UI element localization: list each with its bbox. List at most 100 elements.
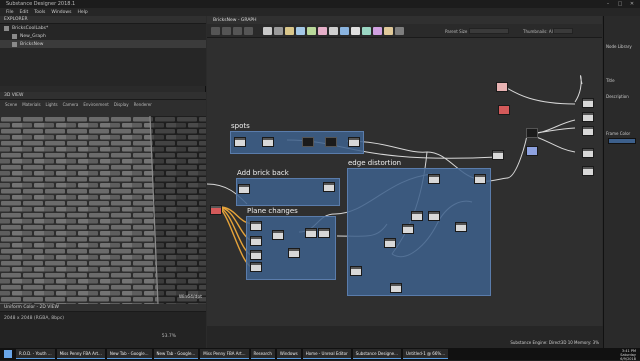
- menu-tools[interactable]: Tools: [34, 10, 45, 15]
- taskbar-item[interactable]: Windows: [276, 349, 301, 359]
- graph-node[interactable]: [250, 262, 262, 272]
- menu-edit[interactable]: Edit: [20, 10, 29, 15]
- menu-file[interactable]: File: [6, 10, 14, 15]
- taskbar-item[interactable]: Miss Penny FBA Art...: [200, 349, 249, 359]
- explorer-title: EXPLORER: [0, 16, 206, 24]
- graph-node[interactable]: [288, 248, 300, 258]
- engine-status: Substance Engine: Direct3D 10 Memory: 3%: [510, 340, 599, 345]
- graph-node[interactable]: [582, 166, 594, 176]
- brick-cube-render: [0, 116, 206, 304]
- graph-node[interactable]: [210, 205, 222, 215]
- view3d-menu-scene[interactable]: Scene: [5, 102, 17, 107]
- frame-title: Add brick back: [237, 169, 289, 177]
- explorer-item-label: New_Graph: [20, 33, 46, 39]
- view2d-title: Uniform Color - 2D VIEW: [0, 304, 206, 312]
- window-controls: – □ ✕: [602, 0, 638, 8]
- view3d-menu-camera[interactable]: Camera: [63, 102, 79, 107]
- view3d-status: Win64/dpt: [178, 295, 202, 300]
- graph-node[interactable]: [234, 137, 246, 147]
- view2d-panel: Uniform Color - 2D VIEW 2048 x 2048 (RGB…: [0, 304, 206, 348]
- view2d-info: 2048 x 2048 (RGBA, 8bpc): [4, 316, 65, 321]
- graph-node[interactable]: [455, 222, 467, 232]
- frame-title: spots: [231, 122, 250, 130]
- graph-node[interactable]: [250, 250, 262, 260]
- taskbar-item[interactable]: Research: [250, 349, 275, 359]
- taskbar: R.O.D. - Youth ... Miss Penny FBA Art...…: [0, 348, 640, 361]
- graph-node[interactable]: [238, 184, 250, 194]
- explorer-panel: EXPLORER BricksCoolLabs* New_Graph Brick…: [0, 16, 206, 86]
- view3d-viewport[interactable]: Win64/dpt: [0, 116, 206, 304]
- view3d-panel: 3D VIEW Scene Materials Lights Camera En…: [0, 92, 206, 304]
- view3d-menu-renderer[interactable]: Renderer: [134, 102, 152, 107]
- graph-node[interactable]: [350, 266, 362, 276]
- graph-node[interactable]: [325, 137, 337, 147]
- taskbar-item[interactable]: Untitled-1 @ 66%...: [402, 349, 449, 359]
- explorer-item-package[interactable]: BricksCoolLabs*: [0, 24, 206, 32]
- taskbar-item[interactable]: Substance Designe...: [352, 349, 401, 359]
- graph-node[interactable]: [250, 236, 262, 246]
- graph-node[interactable]: [582, 98, 594, 108]
- taskbar-item[interactable]: Home - Unreal Editor: [302, 349, 351, 359]
- frame-title: Plane changes: [247, 207, 298, 215]
- left-panel: EXPLORER BricksCoolLabs* New_Graph Brick…: [0, 16, 206, 348]
- clock-date: 6/9/2018: [620, 357, 636, 361]
- view3d-title: 3D VIEW: [0, 92, 206, 100]
- graph-node[interactable]: [492, 150, 504, 160]
- title-bar: Substance Designer 2018.1 – □ ✕: [0, 0, 640, 8]
- graph-node[interactable]: [348, 137, 360, 147]
- graph-node[interactable]: [305, 228, 317, 238]
- graph-node[interactable]: [318, 228, 330, 238]
- graph-node[interactable]: [262, 137, 274, 147]
- view3d-menu-display[interactable]: Display: [114, 102, 129, 107]
- maximize-button[interactable]: □: [614, 0, 626, 8]
- graph-node[interactable]: [411, 211, 423, 221]
- graph-node[interactable]: [402, 224, 414, 234]
- explorer-item-label: BricksNew: [20, 41, 44, 47]
- view3d-menu-materials[interactable]: Materials: [22, 102, 40, 107]
- explorer-item-new-graph[interactable]: New_Graph: [0, 32, 206, 40]
- windows-start-icon[interactable]: [4, 350, 12, 358]
- graph-node[interactable]: [250, 221, 262, 231]
- frame-spots[interactable]: spots: [230, 122, 364, 154]
- graph-tab[interactable]: BricksNew - GRAPH: [207, 16, 602, 24]
- menu-windows[interactable]: Windows: [51, 10, 71, 15]
- graph-node[interactable]: [428, 211, 440, 221]
- graph-node[interactable]: [498, 105, 510, 115]
- graph-node[interactable]: [390, 283, 402, 293]
- window-title: Substance Designer 2018.1: [6, 1, 76, 7]
- view3d-menu-environment[interactable]: Environment: [83, 102, 109, 107]
- graph-node[interactable]: [272, 230, 284, 240]
- menu-help[interactable]: Help: [77, 10, 87, 15]
- title-field-label: Title: [606, 78, 615, 83]
- frame-color-swatch[interactable]: [608, 138, 636, 144]
- package-icon: [4, 25, 9, 31]
- view2d-zoom[interactable]: 53.7%: [162, 334, 176, 339]
- frame-color-label: Frame Color: [606, 131, 631, 136]
- taskbar-item[interactable]: New Tab - Google...: [153, 349, 199, 359]
- taskbar-item[interactable]: New Tab - Google...: [106, 349, 152, 359]
- graph-node[interactable]: [474, 174, 486, 184]
- graph-node[interactable]: [526, 146, 538, 156]
- graph-node[interactable]: [582, 126, 594, 136]
- minimize-button[interactable]: –: [602, 0, 614, 8]
- graph-icon: [12, 41, 17, 47]
- graph-node[interactable]: [582, 148, 594, 158]
- frame-edge-distortion[interactable]: edge distortion: [347, 159, 491, 296]
- graph-node[interactable]: [496, 82, 508, 92]
- description-field-label: Description: [606, 94, 629, 99]
- explorer-item-bricksnew[interactable]: BricksNew: [0, 40, 206, 48]
- graph-icon: [12, 33, 17, 39]
- view3d-toolbar: [0, 108, 206, 116]
- graph-node[interactable]: [302, 137, 314, 147]
- properties-title: Node Library: [606, 44, 632, 49]
- graph-node[interactable]: [428, 174, 440, 184]
- system-tray-clock[interactable]: 3:41 PM Saturday 6/9/2018: [620, 349, 636, 361]
- graph-node[interactable]: [323, 182, 335, 192]
- graph-node[interactable]: [582, 112, 594, 122]
- taskbar-item[interactable]: R.O.D. - Youth ...: [16, 349, 55, 359]
- graph-node[interactable]: [384, 238, 396, 248]
- taskbar-item[interactable]: Miss Penny FBA Art...: [56, 349, 105, 359]
- close-button[interactable]: ✕: [626, 0, 638, 8]
- view3d-menu-lights[interactable]: Lights: [46, 102, 58, 107]
- graph-node[interactable]: [526, 128, 538, 138]
